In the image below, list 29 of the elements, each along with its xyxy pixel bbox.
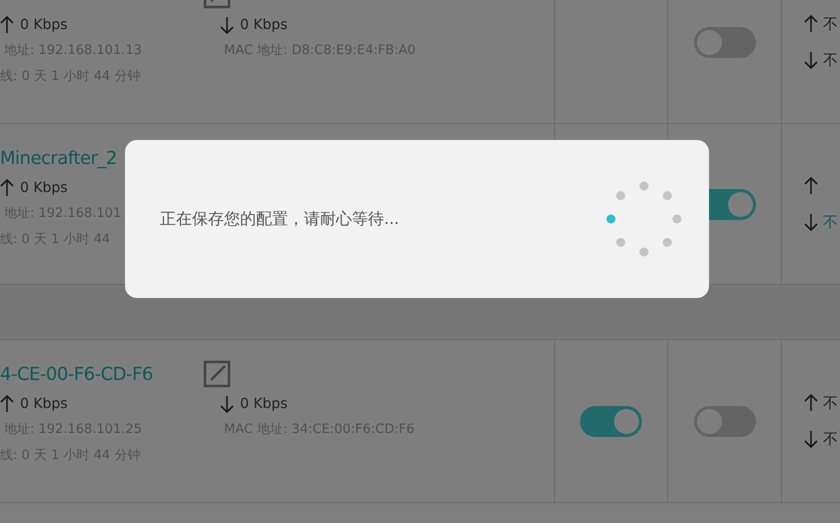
loading-spinner-icon [606,181,682,257]
toggle-switch[interactable] [694,406,756,436]
upload-speed: 0 Kbps [20,16,68,34]
up-arrow-icon [0,179,14,197]
rate-limit[interactable]: 不 [823,48,838,72]
down-arrow-icon [804,213,818,231]
down-arrow-icon [804,51,818,69]
rate-limit[interactable]: 不 [823,428,838,450]
up-arrow-icon [0,395,14,413]
up-arrow-icon [0,16,14,34]
up-arrow-icon [804,394,818,412]
up-arrow-icon [804,177,818,195]
edit-icon[interactable] [203,360,231,388]
rate-limit[interactable]: 不 [823,210,838,234]
device-name[interactable]: 4-CE-00-F6-CD-F6 [0,360,153,388]
download-speed: 0 Kbps [240,394,288,414]
down-arrow-icon [804,430,818,448]
rate-limit[interactable]: 不 [823,392,838,414]
down-arrow-icon [220,395,234,413]
upload-speed: 0 Kbps [20,178,68,198]
down-arrow-icon [220,16,234,34]
saving-message: 正在保存您的配置，请耐心等待... [160,208,400,230]
rate-limit[interactable]: 不 [823,12,838,36]
device-name[interactable]: Minecrafter_2 [0,144,117,172]
download-speed: 0 Kbps [240,16,288,34]
toggle-switch[interactable] [580,406,642,436]
toggle-switch[interactable] [694,26,756,58]
up-arrow-icon [804,15,818,33]
upload-speed: 0 Kbps [20,394,68,414]
